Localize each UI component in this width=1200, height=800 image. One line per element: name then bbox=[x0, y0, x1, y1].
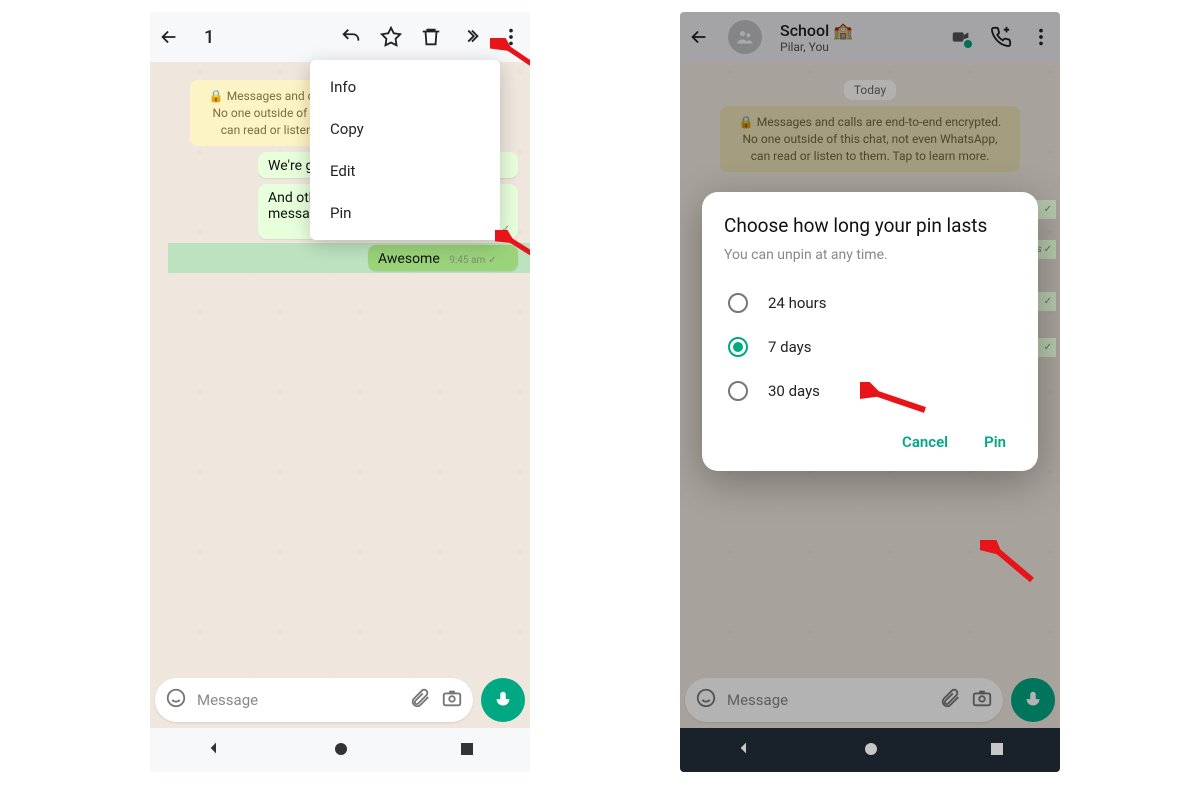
message-bubble-selected[interactable]: Awesome 9:45 am✓ bbox=[368, 245, 518, 271]
android-navbar bbox=[150, 728, 530, 772]
nav-home-icon[interactable] bbox=[334, 741, 348, 760]
phone-left: 1 🔒 Messages and calls are end-to-end en… bbox=[150, 12, 530, 772]
option-7d[interactable]: 7 days bbox=[724, 325, 1016, 369]
nav-recent-icon[interactable] bbox=[460, 741, 474, 760]
mic-button[interactable] bbox=[481, 678, 525, 722]
star-icon[interactable] bbox=[380, 26, 402, 48]
more-icon[interactable] bbox=[500, 26, 522, 48]
menu-copy[interactable]: Copy bbox=[310, 108, 500, 150]
overflow-menu: Info Copy Edit Pin bbox=[310, 60, 500, 240]
emoji-icon[interactable] bbox=[165, 687, 187, 713]
back-icon[interactable] bbox=[158, 26, 180, 48]
pin-button[interactable]: Pin bbox=[980, 427, 1010, 457]
selection-toolbar: 1 bbox=[150, 12, 530, 62]
menu-edit[interactable]: Edit bbox=[310, 150, 500, 192]
message-meta: 9:45 am✓ bbox=[449, 255, 496, 266]
option-label: 7 days bbox=[768, 338, 812, 356]
dialog-actions: Cancel Pin bbox=[724, 427, 1016, 457]
forward-icon[interactable] bbox=[460, 26, 482, 48]
menu-info[interactable]: Info bbox=[310, 66, 500, 108]
compose-input[interactable]: Message bbox=[155, 678, 473, 722]
message-text: Awesome bbox=[378, 251, 440, 267]
option-label: 30 days bbox=[768, 382, 820, 400]
option-label: 24 hours bbox=[768, 294, 827, 312]
phone-right: School 🏫 Pilar, You Today 🔒 Messages and… bbox=[680, 12, 1060, 772]
pin-duration-dialog: Choose how long your pin lasts You can u… bbox=[702, 192, 1038, 471]
radio-icon bbox=[728, 337, 748, 357]
menu-pin[interactable]: Pin bbox=[310, 192, 500, 234]
attach-icon[interactable] bbox=[409, 687, 431, 713]
cancel-button[interactable]: Cancel bbox=[898, 427, 952, 457]
dialog-subtitle: You can unpin at any time. bbox=[724, 247, 1016, 263]
radio-icon bbox=[728, 293, 748, 313]
radio-icon bbox=[728, 381, 748, 401]
compose-placeholder: Message bbox=[197, 691, 399, 709]
option-24h[interactable]: 24 hours bbox=[724, 281, 1016, 325]
option-30d[interactable]: 30 days bbox=[724, 369, 1016, 413]
camera-icon[interactable] bbox=[441, 687, 463, 713]
delete-icon[interactable] bbox=[420, 26, 442, 48]
reply-icon[interactable] bbox=[340, 26, 362, 48]
selection-count: 1 bbox=[204, 27, 322, 48]
dialog-title: Choose how long your pin lasts bbox=[724, 214, 1016, 239]
compose-bar: Message bbox=[155, 678, 525, 722]
nav-back-icon[interactable] bbox=[206, 740, 222, 760]
